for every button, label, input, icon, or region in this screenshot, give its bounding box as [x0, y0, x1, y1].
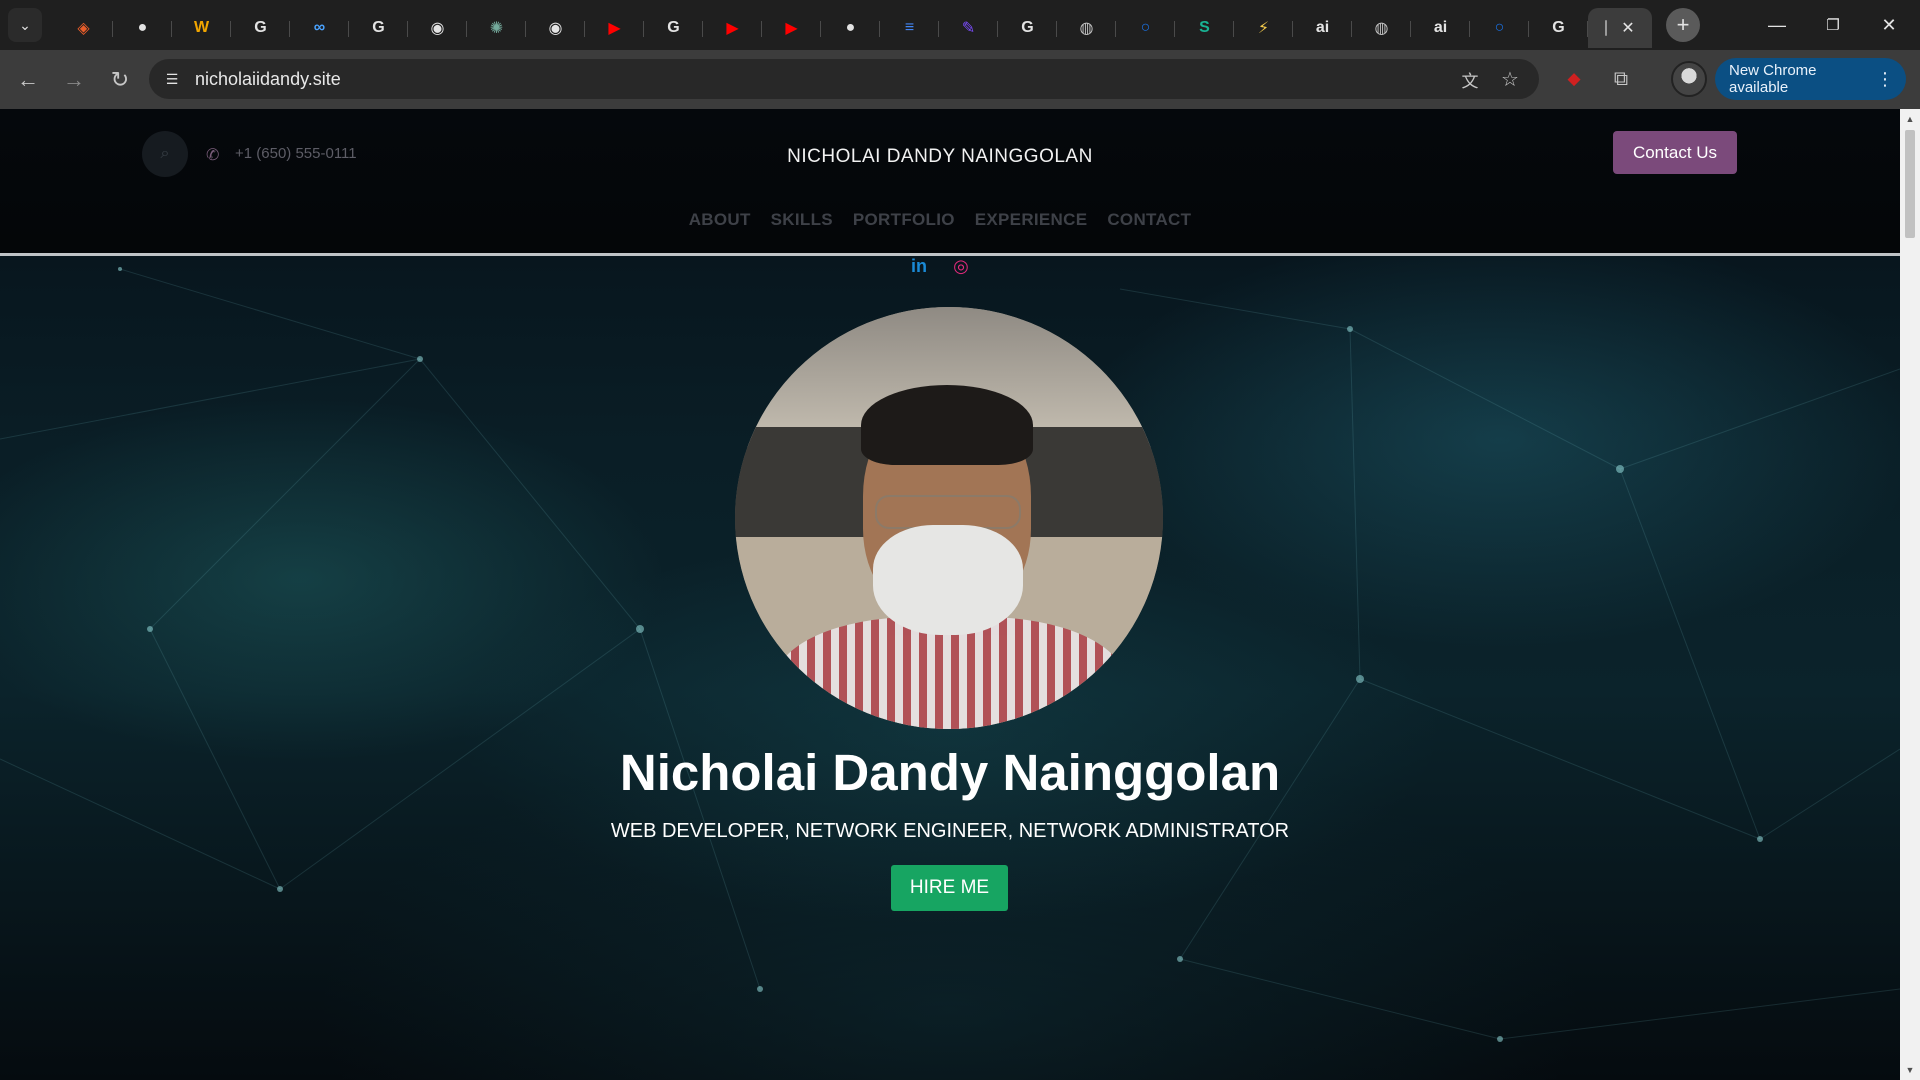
profile-photo — [735, 307, 1163, 729]
back-icon[interactable]: ← — [8, 60, 48, 100]
google-icon: G — [667, 19, 680, 36]
tab-9[interactable]: ▶ — [585, 8, 644, 48]
ring-icon: ○ — [1494, 19, 1505, 36]
extensions-puzzle-icon[interactable]: ⧉ — [1606, 64, 1636, 94]
tab-20[interactable]: ⚡ — [1234, 8, 1293, 48]
site-brand[interactable]: NICHOLAI DANDY NAINGGOLAN — [0, 146, 1880, 168]
scroll-thumb[interactable] — [1905, 130, 1915, 238]
extension-icon[interactable]: ◆ — [1559, 64, 1589, 94]
tab-18[interactable]: ○ — [1116, 8, 1175, 48]
close-window-icon[interactable]: ✕ — [1861, 0, 1917, 50]
linkedin-icon[interactable]: in — [908, 255, 930, 277]
instagram-icon[interactable]: ◎ — [950, 255, 972, 277]
tab-14[interactable]: ≡ — [880, 8, 939, 48]
tab-list: ◈ ● W G ∞ G ◉ ✺ ◉ ▶ G ▶ ▶ ● ≡ ✎ G ◍ ○ S ⚡ ai ◍ ai ○ G — [54, 0, 1588, 50]
main-nav: ABOUT SKILLS PORTFOLIO EXPERIENCE CONTAC… — [0, 210, 1880, 230]
url-text[interactable]: nicholaiidandy.site — [195, 69, 341, 90]
github-icon: ● — [845, 19, 856, 36]
scroll-up-icon[interactable]: ▲ — [1900, 111, 1920, 127]
bookmark-star-icon[interactable]: ☆ — [1495, 64, 1525, 94]
ring-icon: ○ — [1140, 19, 1151, 36]
s-icon: S — [1199, 19, 1210, 36]
tab-close-icon[interactable]: ✕ — [1621, 18, 1634, 38]
hero-name: Nicholai Dandy Nainggolan — [619, 744, 1281, 801]
page-scrollbar[interactable]: ▲ ▼ — [1900, 109, 1920, 1080]
tab-1[interactable]: ● — [113, 8, 172, 48]
ai-icon: ai — [1315, 19, 1330, 36]
site-header: ⌕ ✆ +1 (650) 555-0111 NICHOLAI DANDY NAI… — [0, 109, 1900, 254]
tab-24[interactable]: ○ — [1470, 8, 1529, 48]
google-icon: G — [1021, 19, 1034, 36]
forward-icon[interactable]: → — [54, 60, 94, 100]
github-icon: ● — [137, 19, 148, 36]
dp-icon: ∞ — [313, 19, 326, 36]
tab-13[interactable]: ● — [821, 8, 880, 48]
tab-4[interactable]: ∞ — [290, 8, 349, 48]
brave-shield-icon: ◈ — [77, 20, 90, 37]
social-links: in ◎ — [908, 255, 972, 277]
minimize-icon[interactable]: — — [1749, 0, 1805, 50]
tab-16[interactable]: G — [998, 8, 1057, 48]
tab-19[interactable]: S — [1175, 8, 1234, 48]
update-label: New Chrome available — [1729, 62, 1817, 96]
tab-23[interactable]: ai — [1411, 8, 1470, 48]
more-menu-icon[interactable]: ⋮ — [1876, 69, 1894, 90]
tab-8[interactable]: ◉ — [526, 8, 585, 48]
lightning-icon: ⚡ — [1257, 20, 1270, 37]
chatgpt-icon: ✺ — [489, 20, 504, 37]
tab-3[interactable]: G — [231, 8, 290, 48]
google-icon: G — [1552, 19, 1565, 36]
tab-7[interactable]: ✺ — [467, 8, 526, 48]
nav-contact[interactable]: CONTACT — [1107, 210, 1191, 230]
tab-10[interactable]: G — [644, 8, 703, 48]
translate-icon[interactable]: 文 — [1455, 64, 1485, 94]
docs-icon: ≡ — [904, 19, 915, 36]
tab-17[interactable]: ◍ — [1057, 8, 1116, 48]
tab-15[interactable]: ✎ — [939, 8, 998, 48]
nav-about[interactable]: ABOUT — [689, 210, 751, 230]
google-icon: G — [372, 19, 385, 36]
youtube-icon: ▶ — [785, 20, 798, 37]
scroll-down-icon[interactable]: ▼ — [1900, 1062, 1920, 1078]
globe-icon: ◍ — [1079, 20, 1094, 37]
tab-6[interactable]: ◉ — [408, 8, 467, 48]
youtube-icon: ▶ — [608, 20, 621, 37]
tab-search-chevron-icon[interactable]: ⌄ — [8, 8, 42, 42]
browser-tab-strip: ⌄ ◈ ● W G ∞ G ◉ ✺ ◉ ▶ G ▶ ▶ ● ≡ ✎ G ◍ ○ S ⚡ ai ◍ ai ○ G ✕ + — [0, 0, 1920, 50]
chrome-update-button[interactable]: New Chrome available ⋮ — [1715, 58, 1906, 100]
tab-25[interactable]: G — [1529, 8, 1588, 48]
nav-portfolio[interactable]: PORTFOLIO — [853, 210, 955, 230]
hire-me-button[interactable]: HIRE ME — [891, 865, 1008, 911]
nav-skills[interactable]: SKILLS — [771, 210, 833, 230]
tab-11[interactable]: ▶ — [703, 8, 762, 48]
google-icon: G — [254, 19, 267, 36]
browser-toolbar: ← → ↻ ☰ nicholaiidandy.site 文 ☆ ◆ ⧉ New … — [0, 50, 1920, 109]
tab-12[interactable]: ▶ — [762, 8, 821, 48]
hero-subtitle: WEB DEVELOPER, NETWORK ENGINEER, NETWORK… — [610, 820, 1290, 842]
tab-0[interactable]: ◈ — [54, 8, 113, 48]
tab-loading-icon — [1605, 20, 1608, 36]
tab-22[interactable]: ◍ — [1352, 8, 1411, 48]
profile-avatar[interactable] — [1671, 61, 1707, 97]
page-viewport: ⌕ ✆ +1 (650) 555-0111 NICHOLAI DANDY NAI… — [0, 109, 1900, 1080]
tab-active[interactable]: ✕ — [1588, 8, 1652, 48]
chrome-icon: ◉ — [430, 20, 445, 37]
reload-icon[interactable]: ↻ — [100, 60, 140, 100]
iw-icon: W — [193, 19, 210, 36]
tab-5[interactable]: G — [349, 8, 408, 48]
nav-experience[interactable]: EXPERIENCE — [975, 210, 1088, 230]
tab-2[interactable]: W — [172, 8, 231, 48]
youtube-icon: ▶ — [726, 20, 739, 37]
globe-icon: ◍ — [1374, 20, 1389, 37]
ai-icon: ai — [1433, 19, 1448, 36]
address-bar[interactable]: ☰ nicholaiidandy.site 文 ☆ — [149, 59, 1539, 99]
contact-us-button[interactable]: Contact Us — [1613, 131, 1737, 174]
site-info-icon[interactable]: ☰ — [157, 64, 187, 94]
pen-icon: ✎ — [961, 20, 976, 37]
new-tab-button[interactable]: + — [1666, 8, 1700, 42]
chrome-icon: ◉ — [548, 20, 563, 37]
restore-icon[interactable]: ❐ — [1805, 0, 1861, 50]
tab-21[interactable]: ai — [1293, 8, 1352, 48]
